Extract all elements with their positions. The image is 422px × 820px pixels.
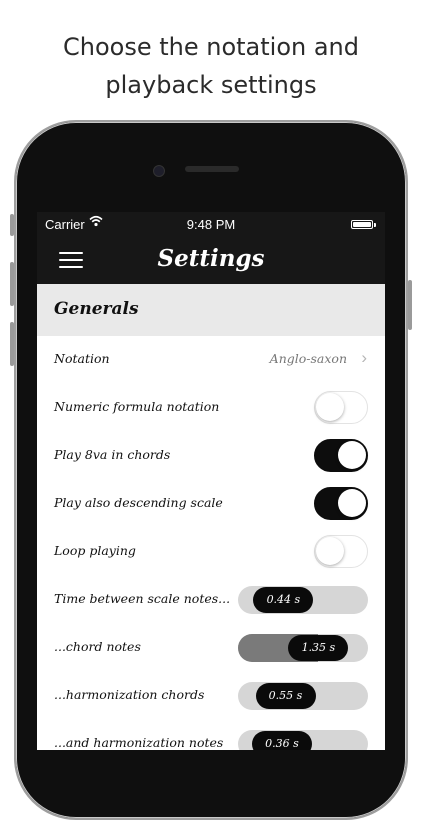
phone-mute-switch [10, 214, 14, 236]
chord-notes-time-slider[interactable]: 1.35 s [238, 634, 368, 662]
numeric-formula-notation-label: Numeric formula notation [54, 399, 220, 414]
notation-label: Notation [54, 351, 110, 366]
phone-power-button [408, 280, 412, 330]
marketing-caption: Choose the notation and playback setting… [0, 28, 422, 104]
page-title: Settings [157, 245, 265, 272]
chord-notes-time-row: ...chord notes 1.35 s [37, 624, 385, 672]
loop-playing-toggle[interactable] [314, 535, 368, 568]
notation-value: Anglo-saxon [269, 351, 347, 366]
scale-notes-time-slider[interactable]: 0.44 s [238, 586, 368, 614]
earpiece-speaker [185, 166, 239, 172]
slider-thumb[interactable]: 0.36 s [252, 731, 312, 750]
harmonization-chords-time-slider[interactable]: 0.55 s [238, 682, 368, 710]
harmonization-chords-time-row: ...harmonization chords 0.55 s [37, 672, 385, 720]
caption-line-2: playback settings [105, 71, 317, 99]
navigation-bar: Settings [37, 236, 385, 284]
descending-scale-row: Play also descending scale [37, 480, 385, 528]
descending-scale-toggle[interactable] [314, 487, 368, 520]
status-time: 9:48 PM [186, 217, 236, 232]
play-8va-row: Play 8va in chords [37, 432, 385, 480]
section-title: Generals [54, 299, 139, 319]
scale-notes-time-row: Time between scale notes... 0.44 s [37, 576, 385, 624]
harmonization-chords-time-label: ...harmonization chords [54, 687, 205, 702]
chord-notes-time-label: ...chord notes [54, 639, 141, 654]
numeric-formula-notation-toggle[interactable] [314, 391, 368, 424]
section-header-generals: Generals [37, 284, 385, 336]
slider-thumb[interactable]: 0.44 s [253, 587, 314, 613]
battery-icon [351, 220, 376, 229]
slider-thumb[interactable]: 0.55 s [255, 683, 316, 709]
scale-notes-time-label: Time between scale notes... [54, 591, 231, 606]
numeric-formula-notation-row: Numeric formula notation [37, 384, 385, 432]
status-bar: Carrier 9:48 PM [37, 212, 385, 236]
app-screen: Carrier 9:48 PM Settings Generals Notati… [37, 212, 385, 750]
loop-playing-label: Loop playing [54, 543, 136, 558]
phone-volume-down [10, 322, 14, 366]
phone-volume-up [10, 262, 14, 306]
caption-line-1: Choose the notation and [62, 33, 359, 61]
slider-thumb[interactable]: 1.35 s [288, 635, 349, 661]
harmonization-notes-time-row: ...and harmonization notes 0.36 s [37, 720, 385, 750]
front-camera [153, 165, 165, 177]
loop-playing-row: Loop playing [37, 528, 385, 576]
play-8va-label: Play 8va in chords [54, 447, 171, 462]
harmonization-notes-time-slider[interactable]: 0.36 s [238, 730, 368, 750]
harmonization-notes-time-label: ...and harmonization notes [54, 735, 224, 750]
chevron-right-icon: › [361, 348, 367, 367]
notation-row[interactable]: Notation Anglo-saxon › [37, 336, 385, 384]
descending-scale-label: Play also descending scale [54, 495, 223, 510]
play-8va-toggle[interactable] [314, 439, 368, 472]
